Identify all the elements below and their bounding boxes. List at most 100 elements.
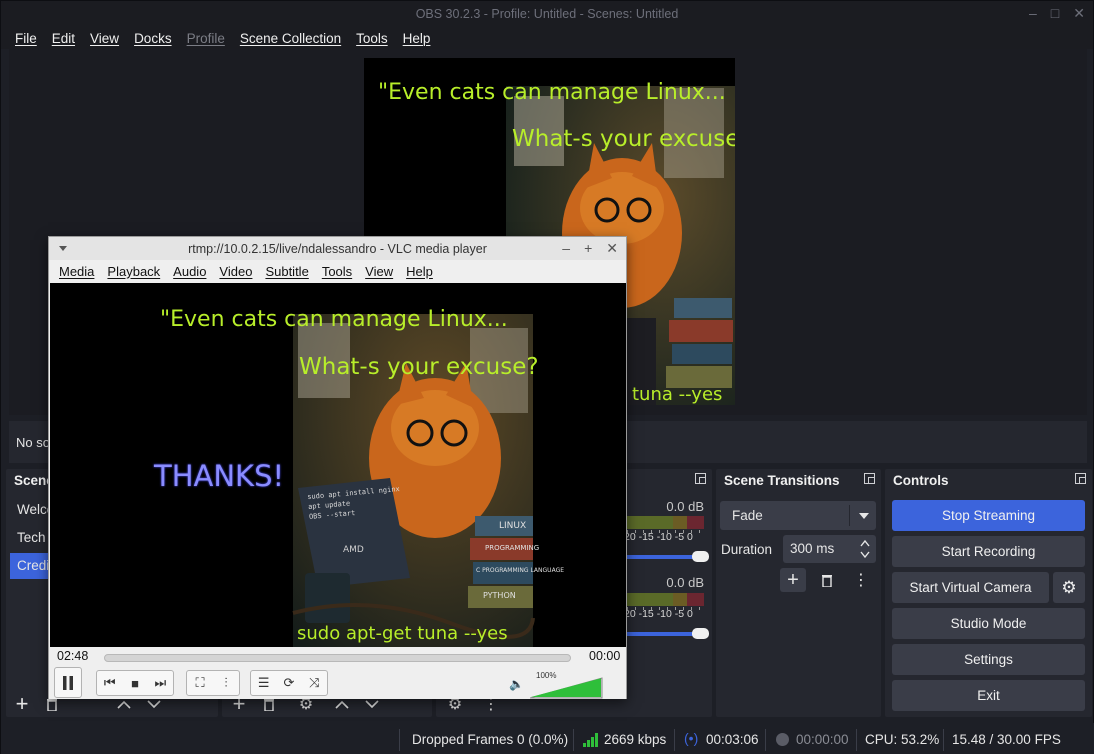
start-virtual-camera-button[interactable]: Start Virtual Camera (892, 572, 1049, 603)
menu-edit[interactable]: Edit (52, 31, 75, 46)
preview-quote-line2: What-s your excuse? (512, 126, 735, 152)
kebab-menu-icon[interactable]: ⋮ (849, 569, 873, 591)
stream-time: 00:03:06 (706, 732, 759, 747)
chevron-down-icon (859, 513, 869, 519)
undock-icon[interactable] (1075, 473, 1086, 484)
loop-icon[interactable]: ⟳ (276, 675, 301, 691)
obs-titlebar: OBS 30.2.3 - Profile: Untitled - Scenes:… (1, 1, 1093, 27)
transport-group: ⏮ ■ ⏭ (96, 670, 174, 696)
seek-bar[interactable] (104, 654, 571, 662)
previous-icon[interactable]: ⏮ (97, 675, 122, 691)
vlc-menu-video[interactable]: Video (219, 264, 252, 279)
minimize-icon[interactable]: – (1029, 5, 1037, 22)
obs-menubar: File Edit View Docks Profile Scene Colle… (1, 27, 1093, 49)
remaining-time: 00:00 (589, 649, 621, 663)
volume-slider-2[interactable] (624, 628, 709, 639)
vlc-titlebar: rtmp://10.0.2.15/live/ndalessandro - VLC… (49, 237, 626, 260)
audio-db-1: 0.0 dB (666, 499, 704, 514)
audio-meter-1 (627, 516, 704, 533)
record-dot-icon (776, 733, 789, 746)
trash-icon[interactable] (815, 569, 839, 591)
pause-button[interactable] (54, 667, 82, 698)
video-quote-line1: "Even cats can manage Linux... (160, 307, 508, 332)
record-time: 00:00:00 (796, 732, 849, 747)
extended-settings-icon[interactable]: ⫶ (213, 675, 239, 691)
volume-slider-1[interactable] (624, 551, 709, 562)
volume-slider[interactable] (530, 677, 603, 699)
dropped-frames: Dropped Frames 0 (0.0%) (412, 732, 569, 747)
book-label-4: PYTHON (483, 591, 516, 600)
scene-transitions-title: Scene Transitions (724, 473, 840, 488)
shuffle-icon[interactable]: ⤨ (302, 675, 327, 691)
undock-icon[interactable] (695, 473, 706, 484)
spin-arrows-icon[interactable] (860, 538, 870, 560)
maximize-icon[interactable]: □ (1051, 5, 1059, 22)
duration-value: 300 ms (790, 541, 835, 556)
audio-scale-1: 20 -15 -10 -5 0 (624, 531, 693, 543)
close-icon[interactable]: ✕ (1073, 5, 1085, 22)
fullscreen-icon[interactable]: ⛶ (187, 675, 213, 691)
maximize-icon[interactable]: + (584, 240, 592, 257)
thanks-text: THANKS! (154, 459, 285, 493)
elapsed-time: 02:48 (57, 649, 89, 663)
stream-cat-art (292, 314, 535, 647)
playlist-group: ☰ ⟳ ⤨ (250, 670, 328, 696)
virtual-camera-settings-gear-icon[interactable]: ⚙ (1053, 572, 1085, 603)
add-transition-icon[interactable]: + (780, 568, 806, 592)
audio-scale-2: 20 -15 -10 -5 0 (624, 608, 693, 620)
vlc-menu-help[interactable]: Help (406, 264, 433, 279)
menu-scene-collection[interactable]: Scene Collection (240, 31, 341, 46)
book-label-2: PROGRAMMING (485, 544, 540, 552)
menu-tools[interactable]: Tools (356, 31, 388, 46)
undock-icon[interactable] (864, 473, 875, 484)
volume-knob[interactable] (692, 551, 709, 562)
video-quote-line2: What-s your excuse? (299, 354, 539, 380)
stop-streaming-button[interactable]: Stop Streaming (892, 500, 1085, 531)
view-group: ⛶ ⫶ (186, 670, 240, 696)
vlc-menu-playback[interactable]: Playback (107, 264, 160, 279)
stop-icon[interactable]: ■ (122, 676, 147, 691)
duration-spinbox[interactable]: 300 ms (783, 535, 876, 563)
minimize-icon[interactable]: – (562, 240, 570, 257)
vlc-video-area[interactable]: "Even cats can manage Linux... What-s yo… (50, 283, 626, 647)
close-icon[interactable]: ✕ (606, 240, 618, 257)
playlist-icon[interactable]: ☰ (251, 675, 276, 691)
vlc-menu-audio[interactable]: Audio (173, 264, 206, 279)
menu-view[interactable]: View (90, 31, 119, 46)
menu-help[interactable]: Help (403, 31, 431, 46)
studio-mode-button[interactable]: Studio Mode (892, 608, 1085, 639)
vlc-menu-tools[interactable]: Tools (322, 264, 352, 279)
pause-icon (63, 675, 73, 690)
vlc-controls: 02:48 00:00 ⏮ ■ ⏭ ⛶ ⫶ ☰ ⟳ ⤨ 🔈 100% (49, 647, 626, 699)
book-label-1: LINUX (499, 521, 527, 531)
preview-bottom-caption: tuna --yes (632, 384, 723, 405)
next-icon[interactable]: ⏭ (148, 675, 173, 691)
vlc-menu-media[interactable]: Media (59, 264, 94, 279)
vlc-menu-view[interactable]: View (365, 264, 393, 279)
bitrate: 2669 kbps (604, 732, 667, 747)
start-recording-button[interactable]: Start Recording (892, 536, 1085, 567)
laptop-brand-label: AMD (343, 545, 364, 555)
exit-button[interactable]: Exit (892, 680, 1085, 711)
volume-knob[interactable] (692, 628, 709, 639)
vlc-menu-subtitle[interactable]: Subtitle (265, 264, 308, 279)
settings-button[interactable]: Settings (892, 644, 1085, 675)
window-menu-chevron-icon[interactable] (59, 246, 67, 251)
menu-file[interactable]: File (15, 31, 37, 46)
audio-mixer-visible: 0.0 dB 20 -15 -10 -5 0 0.0 dB 20 -15 -10… (624, 469, 712, 717)
menu-profile[interactable]: Profile (187, 31, 225, 46)
controls-dock: Controls Stop Streaming Start Recording … (885, 469, 1092, 717)
scene-transitions-dock: Scene Transitions Fade Duration 300 ms +… (716, 469, 881, 717)
cpu-usage: CPU: 53.2% (865, 732, 940, 747)
status-bar: Dropped Frames 0 (0.0%) 2669 kbps (•) 00… (1, 723, 1094, 754)
transition-select[interactable]: Fade (720, 501, 876, 530)
obs-window-title: OBS 30.2.3 - Profile: Untitled - Scenes:… (415, 7, 679, 21)
audio-db-2: 0.0 dB (666, 575, 704, 590)
audio-meter-2 (627, 593, 704, 610)
transition-selected-value: Fade (732, 508, 763, 523)
streaming-broadcast-icon: (•) (684, 730, 699, 746)
no-source-label: No so (16, 434, 50, 450)
add-scene-icon[interactable]: + (10, 691, 34, 716)
speaker-icon[interactable]: 🔈 (509, 677, 524, 691)
menu-docks[interactable]: Docks (134, 31, 172, 46)
